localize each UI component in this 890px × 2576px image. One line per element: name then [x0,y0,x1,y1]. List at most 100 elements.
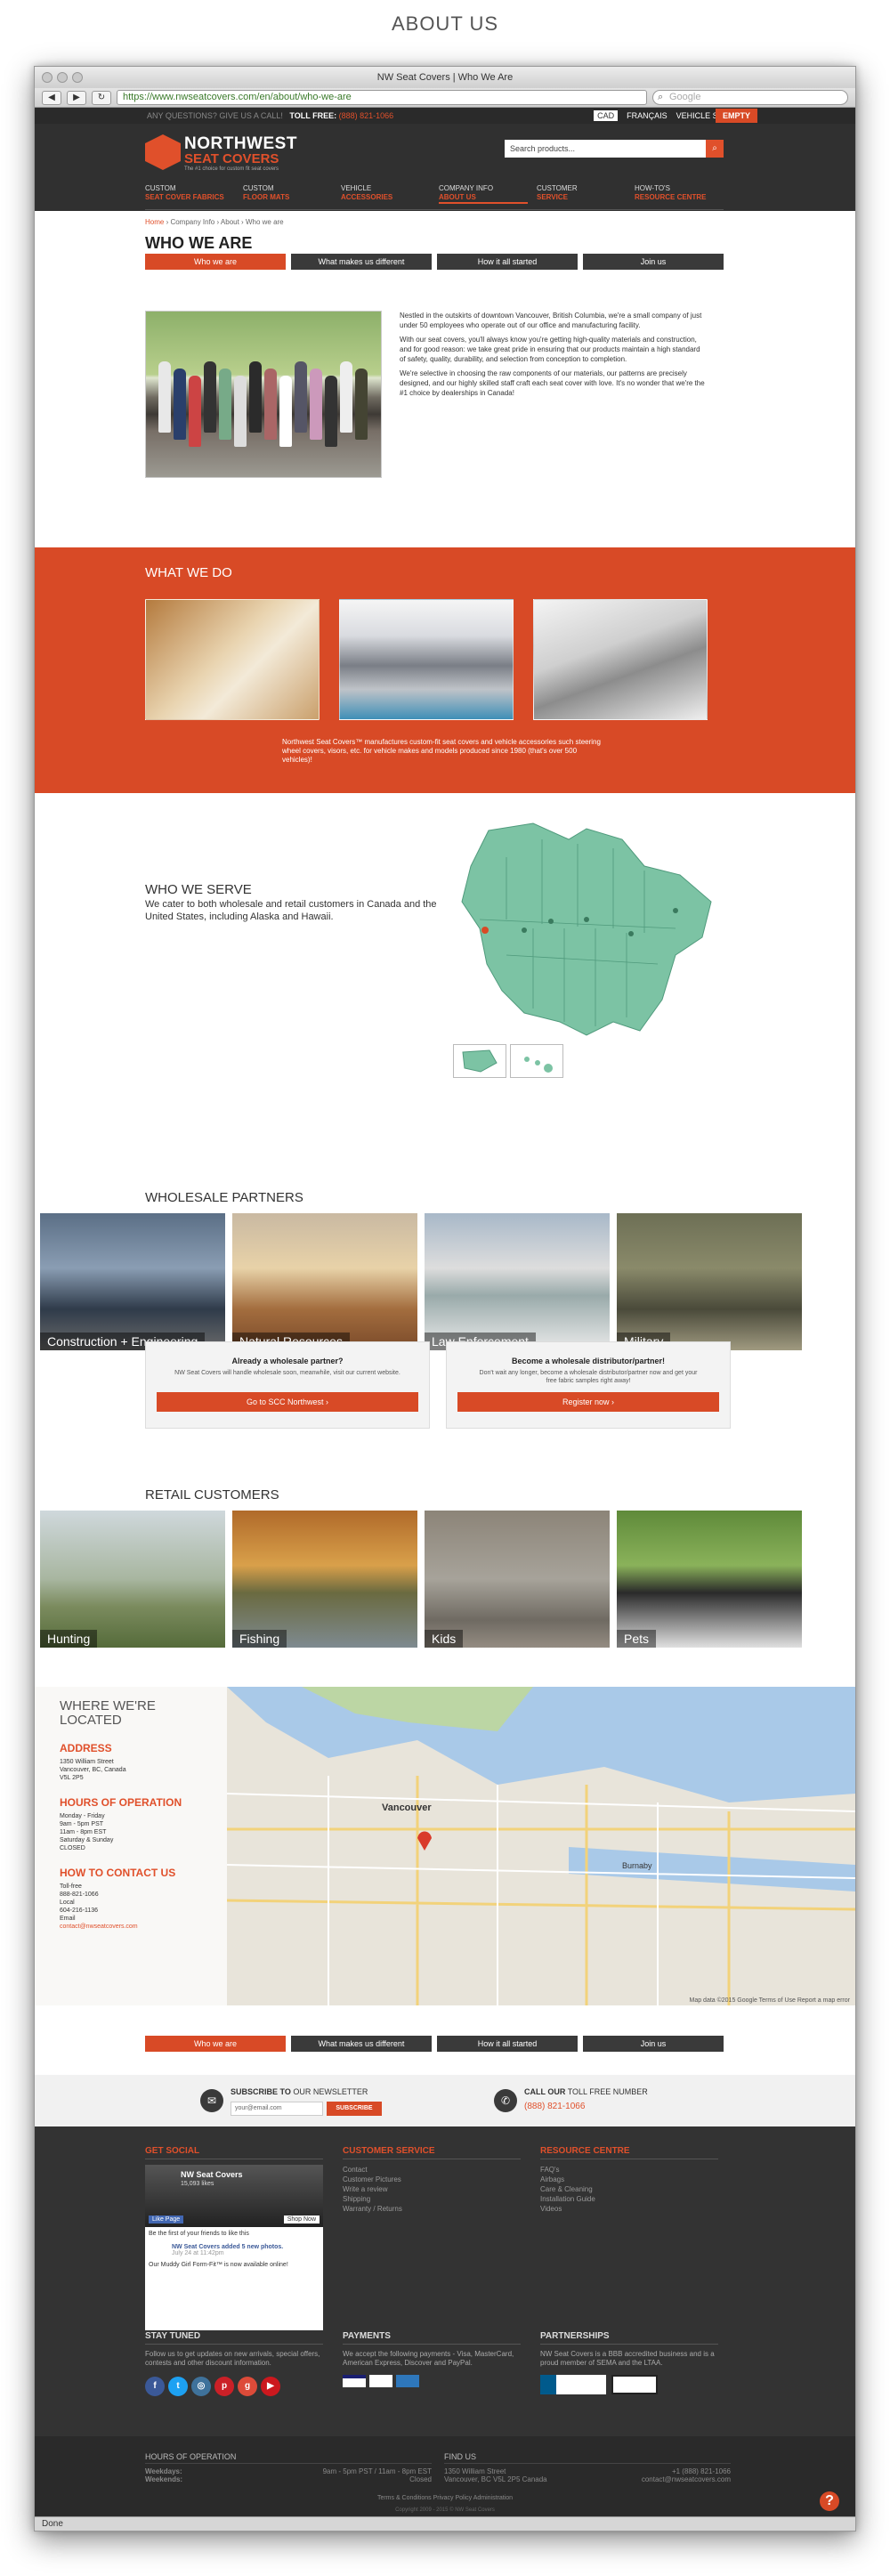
footer-link[interactable]: Contact [343,2165,521,2175]
find-us-heading: FIND US [444,2452,731,2464]
distributor-box-title: Become a wholesale distributor/partner! [511,1357,666,1365]
url-bar[interactable]: https://www.nwseatcovers.com/en/about/wh… [117,90,647,105]
menu-item-2[interactable]: VEHICLE ACCESSORIES [341,184,430,204]
footer-link[interactable]: Installation Guide [540,2194,718,2204]
footer-bottom: HOURS OF OPERATION Weekdays: 9am - 5pm PS… [35,2436,855,2516]
facebook-widget[interactable]: NW Seat Covers 15,093 likes Like Page Sh… [145,2165,323,2330]
footer-phone[interactable]: +1 (888) 821-1066 [672,2467,731,2475]
call-number[interactable]: (888) 821-1066 [524,2102,585,2111]
wholesale-tile-1[interactable]: Natural Resources [232,1213,417,1350]
tab-1[interactable]: What makes us different [291,2036,432,2052]
menu-item-0[interactable]: CUSTOM SEAT COVER FABRICS [145,184,234,204]
cs-heading: CUSTOMER SERVICE [343,2146,521,2159]
google-plus-icon[interactable]: g [238,2377,257,2396]
wholesale-tile-0[interactable]: Construction + Engineering [40,1213,225,1350]
tollfree-label: TOLL FREE: [289,111,337,120]
fb-page-name[interactable]: NW Seat Covers [181,2170,243,2179]
cart-button[interactable]: EMPTY [715,109,757,123]
rc-column: RESOURCE CENTRE FAQ's Airbags Care & Cleani… [540,2146,718,2214]
language-link[interactable]: FRANÇAIS [627,108,668,124]
tollfree-number[interactable]: (888) 821-1066 [339,111,394,120]
register-button[interactable]: Register now › [457,1392,719,1412]
cs-column: CUSTOMER SERVICE Contact Customer Pictures… [343,2146,521,2214]
tab-0[interactable]: Who we are [145,2036,286,2052]
retail-tile-0[interactable]: Hunting [40,1511,225,1648]
menu-item-1[interactable]: CUSTOM FLOOR MATS [243,184,332,204]
menu-item-4[interactable]: CUSTOMER SERVICE [537,184,626,204]
footer-link[interactable]: Videos [540,2204,718,2214]
product-search-input[interactable]: Search products... [505,140,720,158]
wholesale-tile-2[interactable]: Law Enforcement [425,1213,610,1350]
back-button[interactable]: ◀ [42,90,61,105]
tab-3[interactable]: Join us [583,254,724,270]
footer-hours: HOURS OF OPERATION Weekdays: 9am - 5pm PS… [145,2452,432,2483]
hours-text: Monday - Friday 9am - 5pm PST 11am - 8pm E… [60,1813,114,1851]
fb-like-button[interactable]: Like Page [149,2216,184,2224]
wholesale-tile-3[interactable]: Military [617,1213,802,1350]
reload-button[interactable]: ↻ [92,90,111,105]
menu-item-5[interactable]: HOW-TO'S RESOURCE CENTRE [635,184,724,204]
breadcrumb: Home › Company Info › About › Who we are [145,218,284,226]
instagram-icon[interactable]: ◎ [191,2377,211,2396]
retail-tile-1[interactable]: Fishing [232,1511,417,1648]
tab-2[interactable]: How it all started [437,254,578,270]
subscribe-button[interactable]: SUBSCRIBE [327,2102,382,2116]
footer-links[interactable]: Terms & Conditions Privacy Policy Admini… [35,2495,855,2501]
zoom-dot[interactable] [72,72,83,83]
social-heading: GET SOCIAL [145,2146,323,2159]
site-logo[interactable]: NORTHWEST SEAT COVERS The #1 choice for … [145,134,296,174]
tab-1[interactable]: What makes us different [291,254,432,270]
distributor-box-text: Don't wait any longer, become a wholesal… [479,1370,698,1384]
page-title: WHO WE ARE [145,234,253,252]
fb-shop-button[interactable]: Shop Now [283,2216,320,2224]
partnerships-text: NW Seat Covers is a BBB accredited busin… [540,2350,715,2367]
team-member [204,361,216,433]
fb-caption: Our Muddy Girl Form-Fit™ is now availabl… [149,2262,288,2268]
help-icon[interactable]: ? [820,2491,839,2511]
window-controls[interactable] [42,72,83,83]
currency-select[interactable]: CAD [594,110,619,121]
pinterest-icon[interactable]: p [214,2377,234,2396]
go-to-scc-button[interactable]: Go to SCC Northwest › [157,1392,418,1412]
retail-tile-label: Pets [617,1630,657,1648]
logo-line2: SEAT COVERS [184,151,279,166]
contact-email-link[interactable]: contact@nwseatcovers.com [60,1923,202,1931]
close-dot[interactable] [42,72,53,83]
fb-post[interactable]: NW Seat Covers added 5 new photos. [145,2240,323,2250]
partner-logos [540,2375,718,2394]
footer-link[interactable]: Warranty / Returns [343,2204,521,2214]
footer-email[interactable]: contact@nwseatcovers.com [642,2475,731,2483]
facebook-icon[interactable]: f [145,2377,165,2396]
search-button[interactable]: ⌕ [706,140,724,158]
retail-tile-3[interactable]: Pets [617,1511,802,1648]
footer-link[interactable]: Airbags [540,2175,718,2184]
browser-search[interactable]: ⌕ Google [652,90,848,105]
contact-text: Toll-free 888-821-1066 Local 604-216-1136 Em… [60,1883,99,1922]
team-member [340,361,352,433]
tab-0[interactable]: Who we are [145,254,286,270]
forward-button[interactable]: ▶ [67,90,86,105]
footer-link[interactable]: Shipping [343,2194,521,2204]
website: ANY QUESTIONS? GIVE US A CALL! TOLL FREE… [35,108,855,2516]
minimize-dot[interactable] [57,72,68,83]
newsletter-email-input[interactable]: your@email.com [231,2102,323,2116]
breadcrumb-home[interactable]: Home [145,218,164,226]
footer-link[interactable]: FAQ's [540,2165,718,2175]
footer-link[interactable]: Care & Cleaning [540,2184,718,2194]
tuned-text: Follow us to get updates on new arrivals… [145,2350,320,2367]
footer-link[interactable]: Customer Pictures [343,2175,521,2184]
page-heading: ABOUT US [391,12,499,35]
location-map[interactable]: Vancouver Burnaby Map data ©2015 Google … [35,1687,855,2005]
address-heading: ADDRESS [60,1742,112,1754]
tab-3[interactable]: Join us [583,2036,724,2052]
menu-item-3[interactable]: COMPANY INFO ABOUT US [439,184,528,204]
twitter-icon[interactable]: t [168,2377,188,2396]
map-city-label: Vancouver [382,1802,432,1813]
copyright: Copyright 2009 - 2015 © NW Seat Covers [395,2507,495,2513]
top-bar: ANY QUESTIONS? GIVE US A CALL! TOLL FREE… [35,108,855,124]
tuned-column: STAY TUNED Follow us to get updates on n… [145,2331,323,2396]
footer-link[interactable]: Write a review [343,2184,521,2194]
retail-tile-2[interactable]: Kids [425,1511,610,1648]
tab-2[interactable]: How it all started [437,2036,578,2052]
youtube-icon[interactable]: ▶ [261,2377,280,2396]
